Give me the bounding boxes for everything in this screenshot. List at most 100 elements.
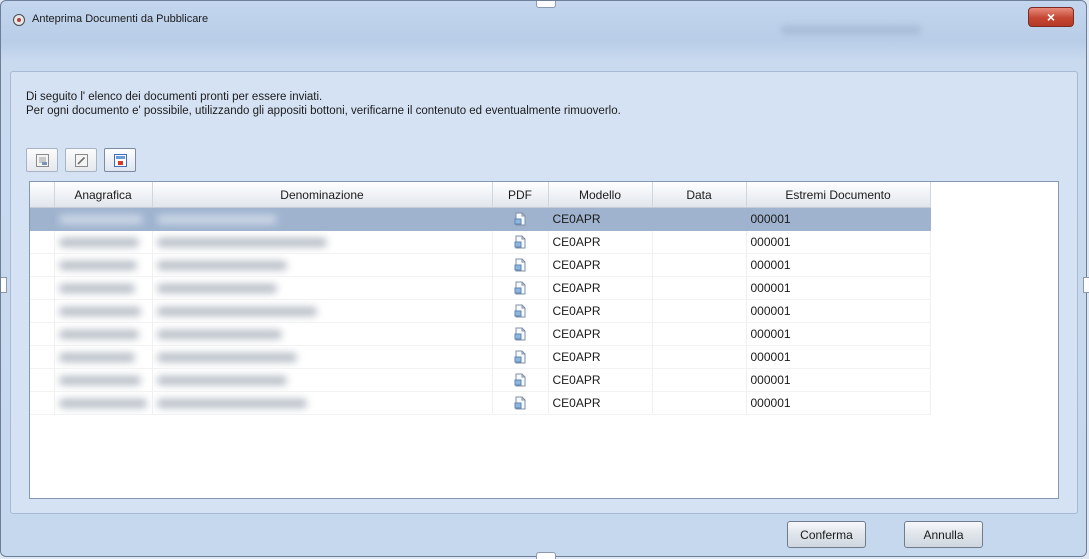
cell-denominazione [152,391,493,415]
preview-document-icon [36,154,49,167]
cancel-button[interactable]: Annulla [904,521,983,548]
app-icon [13,14,25,26]
cell-modello: CE0APR [548,391,653,415]
column-header-data[interactable]: Data [652,182,747,208]
pdf-icon[interactable] [513,304,527,318]
column-header-denominazione[interactable]: Denominazione [152,182,493,208]
resize-handle-bottom[interactable] [536,552,556,559]
remove-document-button[interactable] [104,148,136,172]
redacted-denominazione [156,307,317,317]
content-panel: Di seguito l' elenco dei documenti pront… [10,71,1078,514]
header-filler [930,182,1058,208]
cell-pdf[interactable] [492,253,549,277]
cell-estremi-documento: 000001 [746,276,931,300]
cell-modello: CE0APR [548,230,653,254]
redacted-title-area [781,25,921,35]
pdf-icon[interactable] [513,258,527,272]
row-selector[interactable] [30,345,55,369]
row-selector[interactable] [30,368,55,392]
cell-estremi-documento: 000001 [746,253,931,277]
cell-pdf[interactable] [492,299,549,323]
close-button[interactable]: × [1028,7,1074,27]
cell-data [652,299,747,323]
cell-denominazione [152,368,493,392]
pdf-icon[interactable] [513,235,527,249]
preview-document-button[interactable] [26,148,58,172]
cell-estremi-documento: 000001 [746,368,931,392]
table-row[interactable]: CE0APR 000001 [30,391,1058,415]
cell-modello: CE0APR [548,276,653,300]
table-row[interactable]: CE0APR 000001 [30,345,1058,369]
redacted-denominazione [156,284,277,294]
row-selector[interactable] [30,207,55,231]
cell-anagrafica [54,207,153,231]
row-filler [930,345,1058,369]
table-row[interactable]: CE0APR 000001 [30,322,1058,346]
table-row[interactable]: CE0APR 000001 [30,276,1058,300]
cell-pdf[interactable] [492,368,549,392]
row-selector[interactable] [30,276,55,300]
cell-anagrafica [54,299,153,323]
cell-modello: CE0APR [548,322,653,346]
cell-modello: CE0APR [548,299,653,323]
row-filler [930,368,1058,392]
cell-data [652,322,747,346]
pdf-icon[interactable] [513,373,527,387]
cell-pdf[interactable] [492,345,549,369]
redacted-anagrafica [58,307,141,317]
cell-denominazione [152,299,493,323]
row-selector-header [30,182,55,208]
redacted-anagrafica [58,261,137,271]
cell-denominazione [152,276,493,300]
row-selector[interactable] [30,230,55,254]
redacted-denominazione [156,399,307,409]
pdf-icon[interactable] [513,396,527,410]
row-selector[interactable] [30,253,55,277]
cell-pdf[interactable] [492,230,549,254]
edit-document-button[interactable] [65,148,97,172]
pdf-icon[interactable] [513,327,527,341]
cell-pdf[interactable] [492,391,549,415]
pdf-icon[interactable] [513,212,527,226]
cell-modello: CE0APR [548,207,653,231]
table-row[interactable]: CE0APR 000001 [30,207,1058,231]
row-filler [930,391,1058,415]
cell-anagrafica [54,276,153,300]
grid-body: CE0APR 000001 CE0APR 000001 CE0APR 000001 CE0A… [30,207,1058,415]
redacted-denominazione [156,238,327,248]
table-row[interactable]: CE0APR 000001 [30,368,1058,392]
redacted-anagrafica [58,330,139,340]
cell-estremi-documento: 000001 [746,322,931,346]
cell-pdf[interactable] [492,207,549,231]
resize-handle-left[interactable] [1,277,7,293]
resize-handle-right[interactable] [1083,277,1089,293]
column-header-estremi-documento[interactable]: Estremi Documento [746,182,931,208]
pdf-icon[interactable] [513,281,527,295]
cell-anagrafica [54,322,153,346]
row-selector[interactable] [30,391,55,415]
row-selector[interactable] [30,322,55,346]
column-header-pdf[interactable]: PDF [492,182,549,208]
cell-pdf[interactable] [492,322,549,346]
confirm-button[interactable]: Conferma [787,521,866,548]
cell-denominazione [152,253,493,277]
redacted-denominazione [156,353,297,363]
table-row[interactable]: CE0APR 000001 [30,299,1058,323]
cell-modello: CE0APR [548,368,653,392]
cell-data [652,345,747,369]
pdf-icon[interactable] [513,350,527,364]
documents-table: Anagrafica Denominazione PDF Modello Dat… [30,182,1058,415]
redacted-anagrafica [58,376,141,386]
row-selector[interactable] [30,299,55,323]
documents-grid[interactable]: Anagrafica Denominazione PDF Modello Dat… [29,181,1059,499]
title-bar[interactable]: Anteprima Documenti da Pubblicare × [1,1,1086,39]
cell-modello: CE0APR [548,253,653,277]
cell-denominazione [152,345,493,369]
column-header-anagrafica[interactable]: Anagrafica [54,182,153,208]
redacted-anagrafica [58,238,139,248]
cell-pdf[interactable] [492,276,549,300]
table-row[interactable]: CE0APR 000001 [30,230,1058,254]
cell-anagrafica [54,391,153,415]
table-row[interactable]: CE0APR 000001 [30,253,1058,277]
column-header-modello[interactable]: Modello [548,182,653,208]
